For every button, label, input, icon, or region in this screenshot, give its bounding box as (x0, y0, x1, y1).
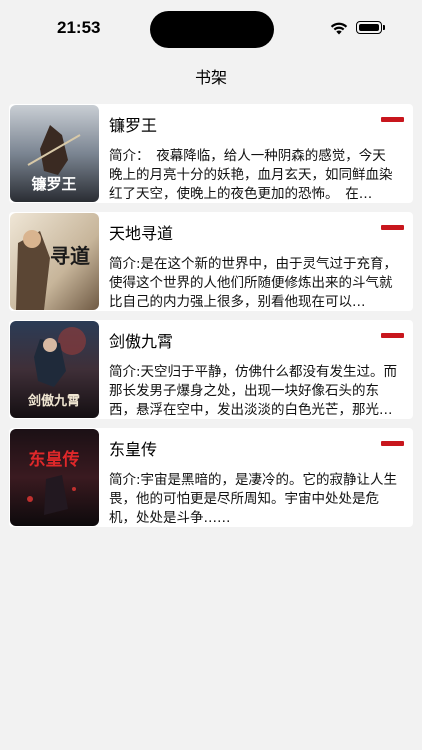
book-cover-image: 剑傲九霄 (10, 321, 99, 418)
book-title: 镰罗王 (109, 116, 158, 135)
book-card-2[interactable]: 寻道 天地寻道 简介:是在这个新的世界中，由于灵气过于充育，使得这个世界的人他们… (9, 212, 413, 311)
book-description: 简介:宇宙是黑暗的，是凄冷的。它的寂静让人生畏，他的可怕更是尽所周知。宇宙中处处… (109, 472, 398, 526)
book-card-1[interactable]: 镰罗王 镰罗王 简介： 夜幕降临，给人一种阴森的感觉，今天晚上的月亮十分的妖艳，… (9, 104, 413, 203)
dynamic-island (150, 11, 274, 48)
book-card-3[interactable]: 剑傲九霄 剑傲九霄 简介:天空归于平静，仿佛什么都没有发生过。而那长发男子爆身之… (9, 320, 413, 419)
book-description: 简介： 夜幕降临，给人一种阴森的感觉，今天晚上的月亮十分的妖艳，血月玄天，如同鲜… (109, 148, 393, 202)
page-title: 书架 (194, 68, 227, 87)
book-title: 天地寻道 (109, 224, 174, 243)
cover-title-text: 镰罗王 (31, 175, 76, 193)
book-description: 简介:天空归于平静，仿佛什么都没有发生过。而那长发男子爆身之处，出现一块好像石头… (109, 364, 398, 418)
bookshelf-list: 镰罗王 镰罗王 简介： 夜幕降临，给人一种阴森的感觉，今天晚上的月亮十分的妖艳，… (9, 104, 413, 536)
book-cover-image: 镰罗王 (10, 105, 99, 202)
book-card-4[interactable]: 东皇传 东皇传 简介:宇宙是黑暗的，是凄冷的。它的寂静让人生畏，他的可怕更是尽所… (9, 428, 413, 527)
book-cover-image: 东皇传 (10, 429, 99, 526)
cover-title-text: 寻道 (50, 244, 90, 268)
book-title: 东皇传 (109, 440, 158, 459)
remove-button[interactable] (381, 441, 404, 446)
book-title: 剑傲九霄 (109, 332, 174, 351)
remove-button[interactable] (381, 117, 404, 122)
cover-title-text: 东皇传 (29, 449, 80, 470)
book-cover-image: 寻道 (10, 213, 99, 310)
status-time: 21:53 (57, 18, 101, 37)
status-bar: 21:53 (0, 0, 422, 56)
book-description: 简介:是在这个新的世界中，由于灵气过于充育，使得这个世界的人他们所随便修炼出来的… (109, 256, 398, 310)
wifi-icon (330, 22, 348, 35)
remove-button[interactable] (381, 333, 404, 338)
remove-button[interactable] (381, 225, 404, 230)
cover-title-text: 剑傲九霄 (27, 393, 80, 409)
battery-icon (356, 21, 385, 34)
